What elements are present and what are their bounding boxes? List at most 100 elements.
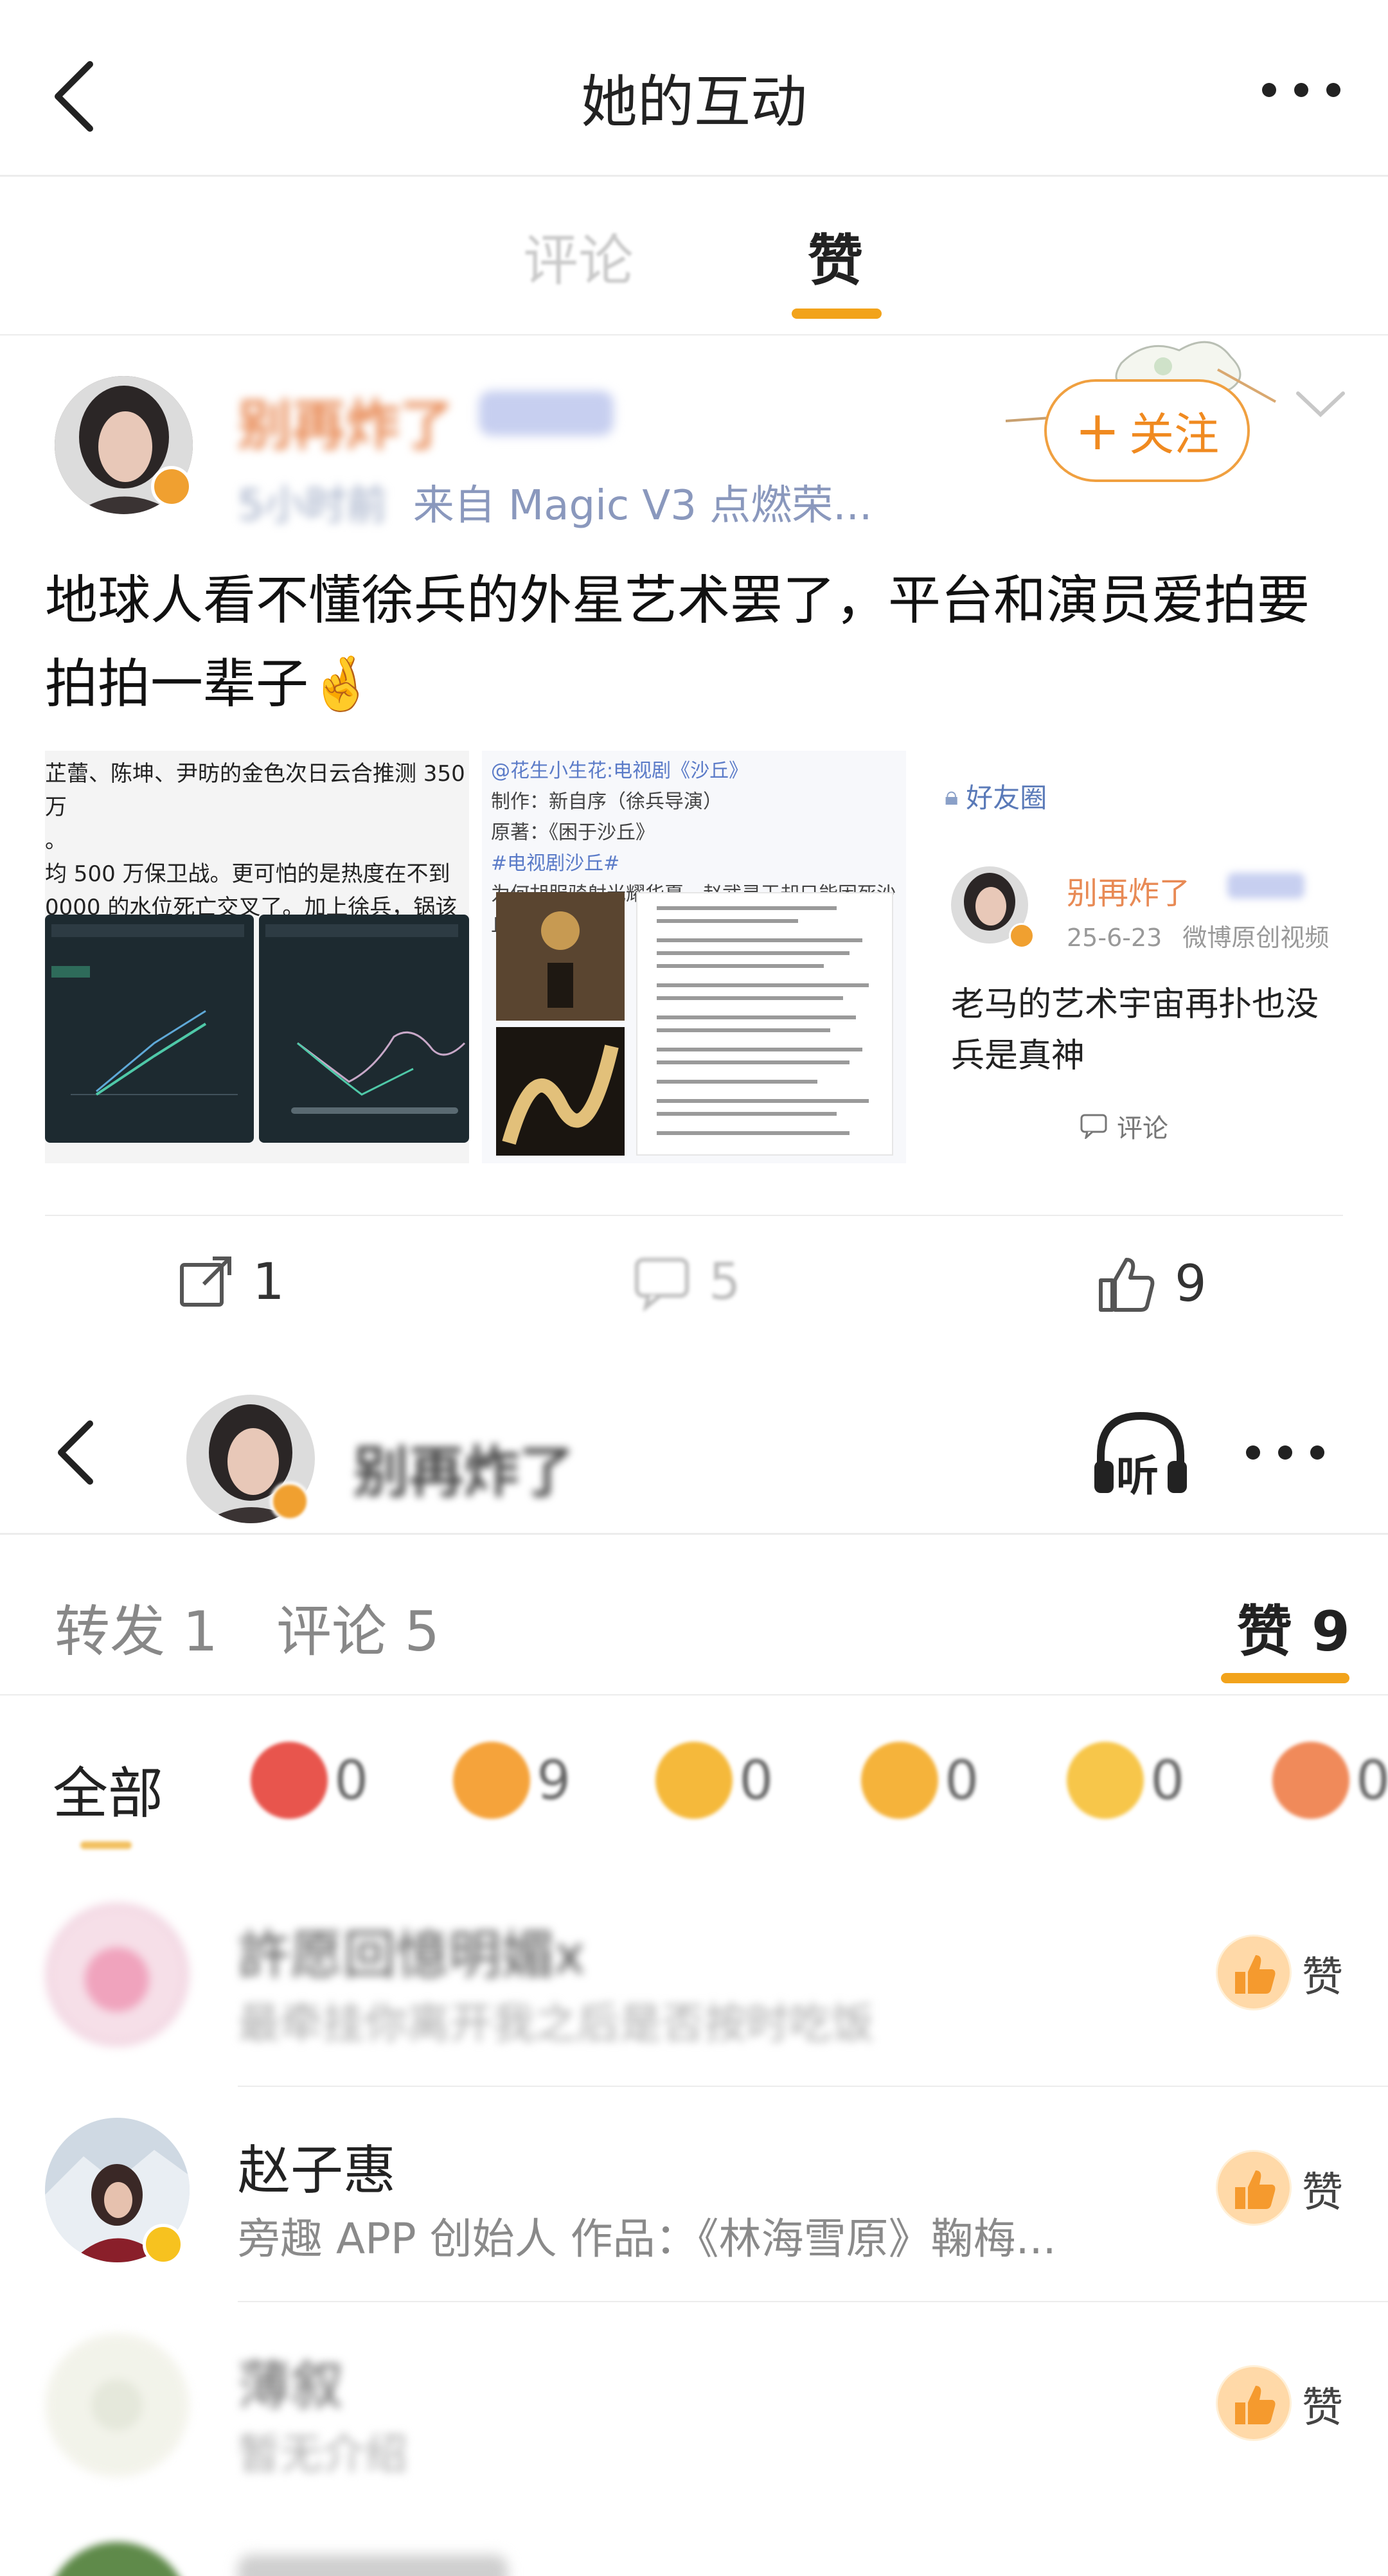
- tab-likes[interactable]: 赞: [739, 215, 932, 296]
- back-arrow-icon[interactable]: [39, 1414, 116, 1491]
- post-source: 来自 Magic V3 点燃荣...: [413, 482, 873, 530]
- post-actions: 1 5 9: [0, 1221, 1388, 1350]
- plus-icon: +: [1074, 399, 1121, 462]
- like-reaction-icon: [1216, 1935, 1292, 2010]
- thumbs-up-reaction-icon: [453, 1742, 530, 1819]
- image-text-line: @花生小生花:电视剧《沙丘》: [491, 760, 749, 782]
- listen-label: 听: [1116, 1451, 1159, 1501]
- like-button[interactable]: 9: [1096, 1253, 1207, 1314]
- tab-comments[interactable]: 评论: [482, 215, 675, 296]
- author-name[interactable]: 别再炸了: [238, 382, 454, 460]
- comment-button[interactable]: 5: [633, 1253, 741, 1311]
- reaction-filter-laugh[interactable]: 0: [655, 1742, 773, 1819]
- divider: [238, 2301, 1388, 2302]
- user-name: 赵子惠: [238, 2140, 396, 2201]
- lock-icon: 🔒︎: [945, 781, 959, 811]
- post-stat-tabs: 转发 1 评论 5 赞 9: [0, 1535, 1388, 1694]
- post-meta: 5小时前 来自 Magic V3 点燃荣...: [238, 472, 872, 532]
- user-description: 暂无介绍: [238, 2429, 407, 2479]
- image-text-line: 。: [45, 828, 67, 854]
- sad-reaction-icon: [1067, 1742, 1144, 1819]
- more-options-icon[interactable]: [1259, 77, 1343, 103]
- filter-indicator: [80, 1841, 132, 1849]
- tab-likes[interactable]: 赞 9: [1237, 1586, 1350, 1667]
- reaction-filter-all[interactable]: 全部: [53, 1748, 163, 1829]
- post-image-2[interactable]: @花生小生花:电视剧《沙丘》 制作：新自序（徐兵导演） 原著：《困于沙丘》 #电…: [482, 751, 906, 1163]
- quoted-meta: 25-6-23 微博原创视频: [1067, 918, 1329, 953]
- thumbs-up-icon: [1099, 1258, 1155, 1312]
- list-item[interactable]: 薄叙 暂无介绍 赞: [0, 2304, 1388, 2519]
- quoted-text: 老马的艺术宇宙再扑也没兵是真神: [951, 985, 1319, 1075]
- verified-badge-icon: [1009, 923, 1035, 949]
- reaction-filter-sad[interactable]: 0: [1067, 1742, 1184, 1819]
- post-image-3[interactable]: 🔒︎ 好友圈 别再炸了 25-6-23 微博原创视频 老马的艺术宇宙再扑也没兵是…: [919, 751, 1343, 1163]
- like-reaction-icon: [1216, 2150, 1292, 2226]
- poster-image-top: [496, 892, 625, 1021]
- article-screenshot: [636, 892, 893, 1156]
- user-avatar: [45, 1902, 190, 2047]
- quoted-date: 25-6-23: [1067, 924, 1162, 952]
- image-text-line: 原著：《困于沙丘》: [491, 821, 655, 844]
- image-text-line: #电视剧沙丘#: [491, 852, 620, 875]
- tab-comments[interactable]: 评论 5: [276, 1586, 440, 1667]
- follow-button[interactable]: + 关注: [1044, 379, 1250, 482]
- reaction-filter-gift[interactable]: 0: [251, 1742, 368, 1819]
- heart-reaction-icon: [1272, 1742, 1349, 1819]
- comment-icon: [1080, 1114, 1107, 1139]
- profile-header: 别再炸了 听: [0, 1375, 1388, 1533]
- friends-circle-tag: 🔒︎ 好友圈: [945, 776, 1047, 816]
- more-options-icon[interactable]: [1243, 1440, 1327, 1465]
- repost-button[interactable]: 1: [177, 1253, 285, 1311]
- follow-label: 关注: [1129, 407, 1220, 461]
- user-description: 旁趣 APP 创始人 作品：《林海雪原》鞠梅...: [238, 2214, 1056, 2264]
- verified-badge-icon: [143, 2224, 184, 2265]
- chart-screenshot-left: [45, 915, 254, 1143]
- poster-image-bottom: [496, 1027, 625, 1156]
- list-item[interactable]: 赵子惠 旁趣 APP 创始人 作品：《林海雪原》鞠梅... 赞: [0, 2089, 1388, 2304]
- user-name: 薄叙: [238, 2356, 344, 2417]
- interaction-tabs: 评论 赞: [0, 177, 1388, 334]
- like-label: 赞: [1302, 2169, 1343, 2217]
- image-text-line: 芷蕾、陈坤、尹昉的金色次日云合推测 350 万: [45, 761, 465, 820]
- image-text-line: 制作：新自序（徐兵导演）: [491, 791, 722, 813]
- post-time: 5小时前: [238, 482, 387, 530]
- page-title: 她的互动: [580, 69, 807, 135]
- active-tab-indicator: [1221, 1673, 1349, 1683]
- quoted-author-name: 别再炸了: [1067, 875, 1191, 911]
- top-bar: 她的互动: [0, 0, 1388, 175]
- post-text: 地球人看不懂徐兵的外星艺术罢了，平台和演员爱拍要拍拍一辈子🤞: [45, 570, 1310, 715]
- reaction-filter-heart[interactable]: 0: [1272, 1742, 1388, 1819]
- post-image-1[interactable]: 芷蕾、陈坤、尹昉的金色次日云合推测 350 万 。 均 500 万保卫战。更可怕…: [45, 751, 469, 1163]
- reaction-count: 0: [334, 1749, 369, 1812]
- verified-badge-icon: [151, 466, 192, 507]
- reaction-filter-like[interactable]: 9: [453, 1742, 571, 1819]
- listen-button[interactable]: 听: [1089, 1404, 1192, 1501]
- gift-reaction-icon: [251, 1742, 328, 1819]
- member-badge: [479, 391, 614, 436]
- image-text-line: 均 500 万保卫战。更可怕的是热度在不到: [45, 861, 450, 887]
- tab-reposts[interactable]: 转发 1: [55, 1586, 218, 1667]
- chevron-down-icon[interactable]: [1292, 386, 1349, 424]
- like-label: 赞: [1302, 1954, 1343, 2001]
- user-name-placeholder: [238, 2555, 508, 2576]
- quoted-comment-button: 评论: [1080, 1107, 1168, 1145]
- reaction-filter-surprise[interactable]: 0: [861, 1742, 979, 1819]
- laugh-reaction-icon: [655, 1742, 733, 1819]
- member-badge: [1227, 873, 1304, 899]
- surprise-reaction-icon: [861, 1742, 938, 1819]
- like-count: 9: [1175, 1255, 1207, 1313]
- repost-count: 1: [253, 1253, 285, 1311]
- reaction-count: 0: [739, 1749, 774, 1812]
- user-description: 最牵挂你离开我之后是否按时吃饭: [238, 1999, 874, 2048]
- user-avatar: [45, 2333, 190, 2478]
- like-reaction-icon: [1216, 2365, 1292, 2441]
- reaction-count: 0: [1150, 1749, 1185, 1812]
- quoted-comment-label: 评论: [1117, 1114, 1168, 1143]
- divider: [238, 2086, 1388, 2087]
- list-item[interactable]: 許愿回憶明媚x 最牵挂你离开我之后是否按时吃饭 赞: [0, 1874, 1388, 2089]
- quoted-source: 微博原创视频: [1182, 924, 1330, 952]
- like-label: 赞: [1302, 2384, 1343, 2432]
- comment-icon: [635, 1258, 689, 1311]
- comment-count: 5: [709, 1253, 741, 1311]
- user-name: 許愿回憶明媚x: [238, 1925, 585, 1986]
